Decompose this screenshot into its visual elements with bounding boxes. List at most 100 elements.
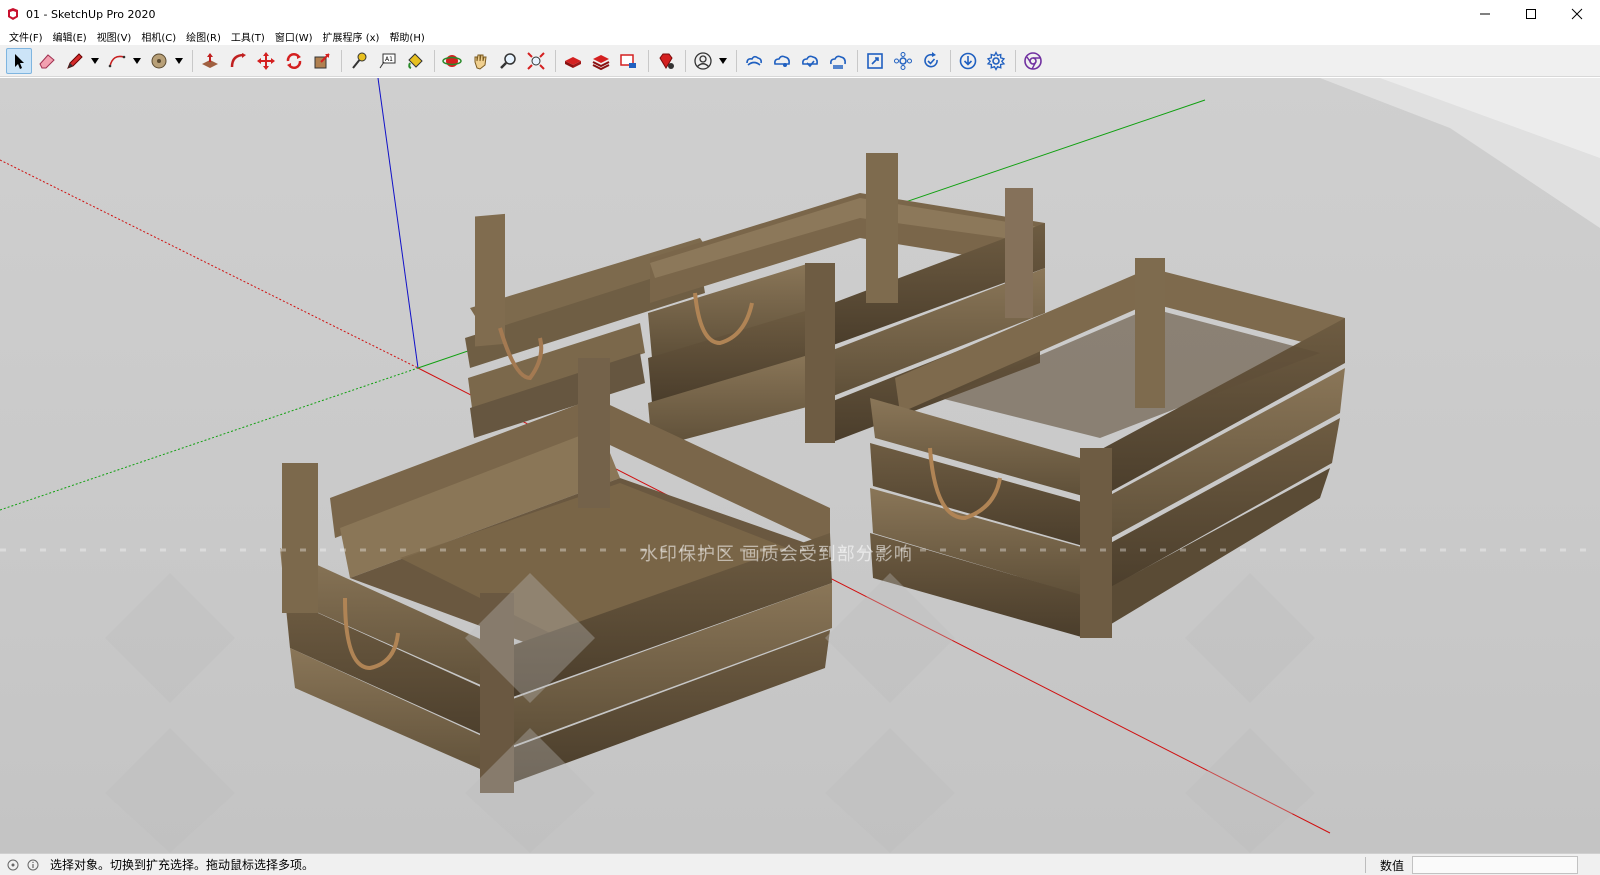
toolbar-separator — [736, 49, 737, 72]
toolbar-separator — [1015, 49, 1016, 72]
menu-file[interactable]: 文件(F) — [4, 29, 48, 44]
frame-icon — [867, 52, 883, 69]
menu-edit[interactable]: 编辑(E) — [48, 29, 92, 44]
rotate-icon — [286, 52, 302, 69]
eraser-icon — [39, 53, 55, 68]
warehouse-icon — [565, 56, 581, 68]
menu-draw[interactable]: 绘图(R) — [181, 29, 226, 44]
cloud-share-icon — [774, 55, 790, 67]
scale-icon — [314, 52, 330, 68]
cloud-download-icon — [830, 55, 846, 69]
extension-warehouse-icon — [592, 54, 610, 70]
tape-measure-icon — [352, 52, 367, 69]
menu-bar: 文件(F) 编辑(E) 视图(V) 相机(C) 绘图(R) 工具(T) 窗口(W… — [0, 28, 1600, 45]
status-separator — [1365, 857, 1366, 873]
extension-warehouse-button[interactable] — [588, 48, 614, 74]
arc-icon — [108, 55, 126, 67]
cloud-share-button[interactable] — [769, 48, 795, 74]
circle-icon — [151, 53, 167, 68]
eraser-tool-button[interactable] — [34, 48, 60, 74]
paint-bucket-tool-button[interactable] — [402, 48, 428, 74]
toolbar-separator — [555, 49, 556, 72]
push-pull-tool-button[interactable] — [197, 48, 223, 74]
zoom-tool-button[interactable] — [495, 48, 521, 74]
chevron-down-icon — [91, 57, 99, 64]
chevron-down-icon — [133, 57, 141, 64]
circle-tool-button[interactable] — [146, 48, 172, 74]
toolbar-separator — [857, 49, 858, 72]
orbit-icon — [442, 54, 462, 67]
account-icon — [694, 51, 712, 70]
watermark-notice: 水印保护区 画质会受到部分影响 — [640, 544, 913, 565]
ruby-console-button[interactable] — [653, 48, 679, 74]
arc-tool-button[interactable] — [104, 48, 130, 74]
rotate-tool-button[interactable] — [281, 48, 307, 74]
cloud-sync-icon — [746, 55, 762, 66]
pencil-tool-button[interactable] — [62, 48, 88, 74]
refresh-check-icon — [924, 51, 938, 67]
menu-tools[interactable]: 工具(T) — [226, 29, 270, 44]
zoom-extents-icon — [527, 51, 545, 70]
pencil-dropdown[interactable] — [90, 48, 100, 74]
zoom-extents-tool-button[interactable] — [523, 48, 549, 74]
chrome-icon — [1024, 51, 1042, 70]
select-icon — [15, 53, 24, 69]
maximize-icon — [1526, 9, 1536, 19]
pan-tool-button[interactable] — [467, 48, 493, 74]
toolbar-separator — [648, 49, 649, 72]
minimize-button[interactable] — [1462, 0, 1508, 28]
push-pull-icon — [202, 52, 218, 68]
sketchup-logo-icon — [8, 8, 18, 20]
ruby-icon — [659, 53, 674, 69]
text-icon: A1 — [379, 53, 396, 68]
orbit-tool-button[interactable] — [439, 48, 465, 74]
info-icon — [27, 859, 39, 870]
circle-dropdown[interactable] — [174, 48, 184, 74]
chevron-down-icon — [175, 57, 183, 64]
follow-me-tool-button[interactable] — [225, 48, 251, 74]
maximize-button[interactable] — [1508, 0, 1554, 28]
window-title: 01 - SketchUp Pro 2020 — [26, 7, 156, 21]
account-button[interactable] — [690, 48, 716, 74]
3d-warehouse-button[interactable] — [560, 48, 586, 74]
move-tool-button[interactable] — [253, 48, 279, 74]
scale-tool-button[interactable] — [309, 48, 335, 74]
components-button[interactable] — [890, 48, 916, 74]
geo-location-button[interactable] — [6, 858, 20, 872]
toolbar-separator — [950, 49, 951, 72]
toolbar-separator — [341, 49, 342, 72]
arc-dropdown[interactable] — [132, 48, 142, 74]
info-button[interactable] — [26, 858, 40, 872]
close-button[interactable] — [1554, 0, 1600, 28]
cloud-download-button[interactable] — [825, 48, 851, 74]
tape-measure-tool-button[interactable] — [346, 48, 372, 74]
import-button[interactable] — [955, 48, 981, 74]
gear-icon — [986, 50, 1006, 71]
model-frame-button[interactable] — [862, 48, 888, 74]
title-bar: 01 - SketchUp Pro 2020 — [0, 0, 1600, 28]
move-icon — [257, 51, 275, 70]
menu-window[interactable]: 窗口(W) — [270, 29, 318, 44]
refresh-sync-button[interactable] — [918, 48, 944, 74]
paint-bucket-icon — [408, 52, 423, 69]
components-icon — [894, 51, 912, 70]
main-toolbar: A1 — [0, 45, 1600, 77]
cloud-upload-icon — [802, 55, 818, 67]
text-tool-button[interactable]: A1 — [374, 48, 400, 74]
menu-help[interactable]: 帮助(H) — [384, 29, 429, 44]
toolbar-separator — [685, 49, 686, 72]
trimble-connect-button[interactable] — [741, 48, 767, 74]
measurements-input[interactable] — [1412, 856, 1578, 874]
preferences-button[interactable] — [983, 48, 1009, 74]
menu-extensions[interactable]: 扩展程序 (x) — [318, 29, 385, 44]
model-viewport[interactable]: 水印保护区 画质会受到部分影响 — [0, 78, 1600, 853]
status-hint: 选择对象。切换到扩充选择。拖动鼠标选择多项。 — [50, 858, 315, 872]
chevron-down-icon — [719, 57, 727, 64]
menu-camera[interactable]: 相机(C) — [136, 29, 181, 44]
send-to-layout-button[interactable] — [616, 48, 642, 74]
cloud-upload-button[interactable] — [797, 48, 823, 74]
menu-view[interactable]: 视图(V) — [92, 29, 137, 44]
select-tool-button[interactable] — [6, 47, 32, 74]
browser-button[interactable] — [1020, 48, 1046, 74]
account-dropdown[interactable] — [718, 48, 728, 74]
